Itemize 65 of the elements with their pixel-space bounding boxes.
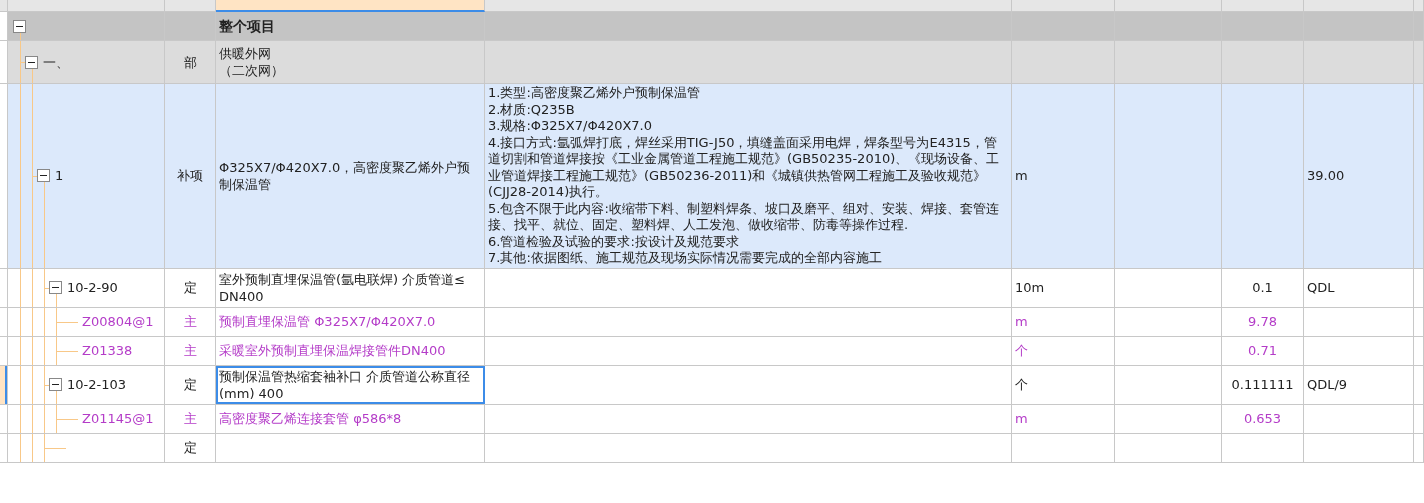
type-label: 主	[183, 342, 197, 359]
quantity-value: 0.111111	[1231, 376, 1294, 393]
unit-label: m	[1015, 167, 1028, 185]
column-header[interactable]	[485, 0, 1012, 12]
column-header[interactable]	[165, 0, 216, 12]
row-header[interactable]	[0, 41, 8, 83]
type-label: 补项	[177, 167, 203, 185]
item-name: 预制直埋保温管 Φ325X7/Φ420X7.0	[219, 313, 436, 330]
unit-label: m	[1015, 410, 1028, 427]
quantity-value: 0.1	[1252, 279, 1273, 296]
item-name: Φ325X7/Φ420X7.0，高密度聚乙烯外户预制保温管	[219, 158, 472, 193]
item-name: 预制保温管热缩套袖补口 介质管道公称直径(mm) 400	[219, 367, 472, 402]
quantity-expression: QDL	[1307, 279, 1335, 296]
item-name: 高密度聚乙烯连接套管 φ586*8	[219, 410, 402, 427]
column-header[interactable]	[1012, 0, 1115, 12]
feature-text: 1.类型:高密度聚乙烯外户预制保温管 2.材质:Q235B 3.规格:Φ325X7/Φ420X7.0 4.接口方式:氩弧焊打底，焊丝采用TIG-J50，填缝盖面采用电焊，焊条型号为E4315，管道切割和管道焊接按《工业金属管道工程施工规范》(GB50235-2010)、《现场设备、工业管道焊接工程施工规范》(GB50236-2011)和《城镇供热管网工程施工及验收规范》(CJJ28-2014)执行。 5.包含不限于此内容:收缩带下料、制塑料焊条、坡口及磨平、组对、安装、焊接、套管连接、找平、就位、固定、塑料焊、人工发泡、做收缩带、防毒等操作过程. 6.管道检验及试验的要求:按设计及规范要求 7.其他:依据图纸、施工规范及现场实际情况需要完成的全部内容施工	[488, 85, 1001, 267]
type-label: 定	[183, 439, 197, 456]
unit-label: m	[1015, 313, 1028, 330]
item-code: 一、	[43, 53, 69, 71]
type-label: 部	[183, 53, 197, 71]
item-name: （二次网）	[219, 62, 284, 79]
item-name: 采暖室外预制直埋保温焊接管件DN400	[219, 342, 446, 359]
item-code: 1	[55, 167, 64, 185]
item-code: Z01338	[82, 342, 133, 359]
table-row[interactable]: Z00804@1 主 预制直埋保温管 Φ325X7/Φ420X7.0 m 9.78	[0, 307, 1424, 337]
column-header[interactable]	[8, 0, 165, 12]
type-label: 主	[183, 313, 197, 330]
table-row[interactable]: 整个项目	[0, 12, 1424, 41]
item-code: 10-2-90	[67, 279, 118, 296]
column-header[interactable]	[1115, 0, 1222, 12]
quantity-expression: 39.00	[1307, 167, 1345, 185]
quantity-value: 0.653	[1243, 410, 1282, 427]
item-name: 室外预制直埋保温管(氩电联焊) 介质管道≤ DN400	[219, 270, 467, 305]
collapse-button[interactable]	[25, 55, 38, 69]
item-code: Z00804@1	[82, 313, 154, 330]
table-row[interactable]: Z01145@1 主 高密度聚乙烯连接套管 φ586*8 m 0.653	[0, 404, 1424, 434]
row-header[interactable]	[0, 84, 8, 268]
row-header[interactable]	[0, 12, 8, 40]
table-row[interactable]: Z01338 主 采暖室外预制直埋保温焊接管件DN400 个 0.71	[0, 336, 1424, 366]
table-row[interactable]: 10-2-90 定 室外预制直埋保温管(氩电联焊) 介质管道≤ DN400 10m 0.1 QDL	[0, 268, 1424, 308]
type-label: 主	[183, 410, 197, 427]
column-header[interactable]	[216, 0, 485, 12]
item-name: 整个项目	[219, 17, 275, 35]
unit-label: 10m	[1015, 279, 1045, 296]
unit-label: 个	[1015, 376, 1028, 393]
collapse-button[interactable]	[37, 169, 50, 183]
column-header[interactable]	[1304, 0, 1414, 12]
collapse-button[interactable]	[13, 19, 26, 33]
row-header[interactable]	[0, 365, 8, 404]
table-row[interactable]: 一、 部 供暖外网 （二次网）	[0, 41, 1424, 84]
table-row[interactable]	[0, 84, 1424, 269]
quantity-value: 0.71	[1248, 342, 1277, 359]
collapse-button[interactable]	[49, 281, 62, 294]
item-code: 10-2-103	[67, 376, 126, 393]
table-row[interactable]: 定	[0, 433, 1424, 463]
item-code: Z01145@1	[82, 410, 154, 427]
column-header[interactable]	[1222, 0, 1304, 12]
collapse-button[interactable]	[49, 378, 62, 391]
quantity-expression: QDL/9	[1307, 376, 1348, 393]
quantity-value: 9.78	[1248, 313, 1277, 330]
unit-label: 个	[1015, 342, 1028, 359]
type-label: 定	[183, 376, 197, 393]
item-name: 供暖外网	[219, 45, 272, 62]
type-label: 定	[183, 279, 197, 296]
table-row[interactable]: 10-2-103 定 预制保温管热缩套袖补口 介质管道公称直径(mm) 400 个 0.111111 QDL/9	[0, 365, 1424, 405]
